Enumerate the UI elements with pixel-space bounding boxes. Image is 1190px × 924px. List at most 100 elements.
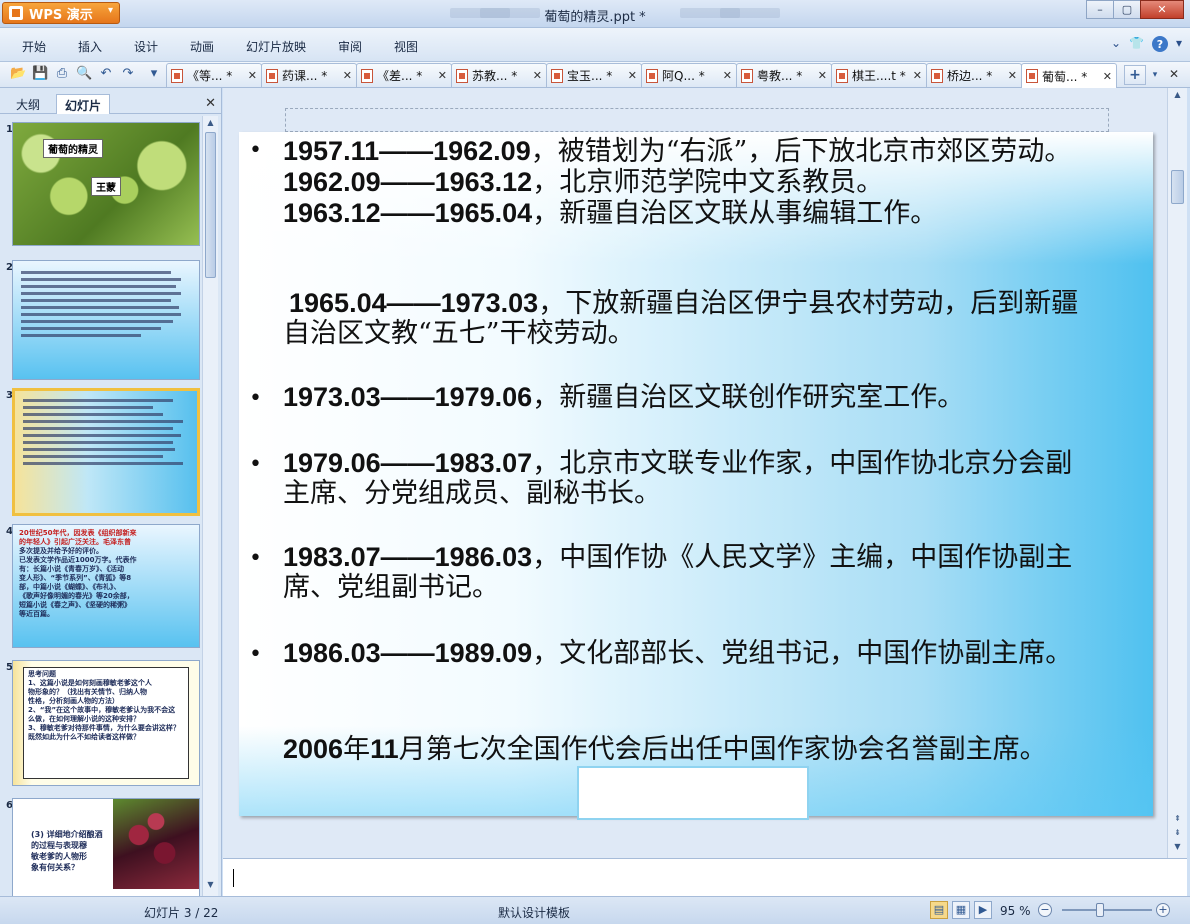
close-window-button[interactable]: ✕ — [1140, 0, 1184, 19]
tab-close-icon[interactable]: ✕ — [533, 69, 542, 82]
thumb-line: 20世纪50年代，因发表《组织部新来 — [19, 529, 137, 537]
help-icon[interactable]: ? — [1151, 36, 1168, 52]
doc-tab[interactable]: 棋王....t * ✕ — [831, 63, 927, 87]
tab-list-dropdown-icon[interactable]: ▾ — [1148, 65, 1162, 85]
zoom-slider-knob[interactable] — [1096, 903, 1104, 917]
previous-slide-icon[interactable]: ⇞ — [1172, 814, 1183, 826]
tab-close-icon[interactable]: ✕ — [818, 69, 827, 82]
ppt-doc-icon — [646, 68, 658, 83]
thumbnail-scrollbar[interactable]: ▲ ▼ — [202, 116, 218, 896]
zoom-slider[interactable] — [1062, 909, 1152, 911]
tab-close-icon[interactable]: ✕ — [628, 69, 637, 82]
scrollbar-thumb[interactable] — [1171, 170, 1184, 204]
normal-view-icon[interactable]: ▤ — [930, 901, 948, 919]
collapse-ribbon-icon[interactable]: ⌄ — [1111, 36, 1121, 52]
thumb-line: 变人形》、“季节系列”、《青狐》等8 — [19, 574, 132, 582]
title-placeholder[interactable] — [285, 108, 1109, 132]
redo-icon[interactable]: ↷ — [120, 66, 136, 82]
tab-close-icon[interactable]: ✕ — [343, 69, 352, 82]
scroll-down-icon[interactable]: ▼ — [1172, 842, 1183, 854]
bio-paragraph[interactable]: 1965.04——1973.03，下放新疆自治区伊宁县农村劳动，后到新疆自治区文… — [283, 288, 1093, 349]
minimize-button[interactable]: – — [1086, 0, 1114, 19]
doc-tab[interactable]: 《差... * ✕ — [356, 63, 452, 87]
slide-scrollbar[interactable]: ▲ ⇞ ⇟ ▼ — [1167, 88, 1187, 858]
thumb-line: 的过程与表现穆 — [31, 841, 87, 850]
slide-thumbnail-4[interactable]: 20世纪50年代，因发表《组织部新来 的年轻人》引起广泛关注。毛泽东曾 多次提及… — [12, 524, 200, 648]
doc-tab[interactable]: 桥边... * ✕ — [926, 63, 1022, 87]
bullet: • — [249, 642, 262, 667]
print-preview-icon[interactable]: 🔍 — [76, 66, 92, 82]
bullet: • — [249, 452, 262, 477]
zoom-in-icon[interactable]: + — [1156, 903, 1170, 917]
doc-tab[interactable]: 阿Q... * ✕ — [641, 63, 737, 87]
menu-review[interactable]: 审阅 — [338, 38, 362, 55]
doc-tab[interactable]: 粤教... * ✕ — [736, 63, 832, 87]
tab-close-icon[interactable]: ✕ — [723, 69, 732, 82]
skin-shirt-icon[interactable]: 👕 — [1129, 36, 1144, 52]
bullet: • — [249, 546, 262, 571]
blank-white-box[interactable] — [577, 766, 809, 820]
slide-sorter-view-icon[interactable]: ▦ — [952, 901, 970, 919]
bio-paragraph[interactable]: 1983.07——1986.03，中国作协《人民文学》主编，中国作协副主席、党组… — [283, 542, 1093, 603]
slideshow-view-icon[interactable]: ▶ — [974, 901, 992, 919]
next-slide-icon[interactable]: ⇟ — [1172, 828, 1183, 840]
undo-icon[interactable]: ↶ — [98, 66, 114, 82]
thumb-text-block: 20世纪50年代，因发表《组织部新来 的年轻人》引起广泛关注。毛泽东曾 多次提及… — [19, 529, 197, 619]
thumb-line: 已发表文学作品近1000万字。代表作 — [19, 556, 137, 564]
tab-close-icon[interactable]: ✕ — [438, 69, 447, 82]
customize-toolbar-icon[interactable]: ▾ — [146, 66, 162, 82]
bio-paragraph[interactable]: 1979.06——1983.07，北京市文联专业作家，中国作协北京分会副主席、分… — [283, 448, 1093, 509]
scroll-up-icon[interactable]: ▲ — [1172, 90, 1183, 102]
zoom-out-icon[interactable]: − — [1038, 903, 1052, 917]
bio-paragraph[interactable]: 2006年11月第七次全国作代会后出任中国作家协会名誉副主席。 — [283, 734, 1093, 765]
scroll-up-icon[interactable]: ▲ — [205, 118, 216, 130]
menu-home[interactable]: 开始 — [22, 38, 46, 55]
tab-close-icon[interactable]: ✕ — [1008, 69, 1017, 82]
thumb-text-block: 思考问题 1、这篇小说是如何刻画穆敏老爹这个人 物形象的？（找出有关情节、归纳人… — [28, 670, 188, 742]
ppt-doc-icon — [1026, 69, 1038, 83]
open-folder-icon[interactable]: 📂 — [10, 66, 26, 82]
tab-close-icon[interactable]: ✕ — [248, 69, 257, 82]
thumb-line: 《歌声好像明媚的春光》等20余部， — [19, 592, 134, 600]
scroll-down-icon[interactable]: ▼ — [205, 880, 216, 892]
current-slide[interactable]: • 1957.11——1962.09，被错划为“右派”，后下放北京市郊区劳动。 … — [239, 132, 1153, 820]
thumb-text-block — [21, 267, 191, 341]
scrollbar-thumb[interactable] — [205, 132, 216, 278]
help-dropdown-icon[interactable]: ▾ — [1176, 36, 1182, 52]
panel-close-icon[interactable]: ✕ — [205, 96, 216, 111]
save-icon[interactable]: 💾 — [32, 66, 48, 82]
new-tab-button[interactable]: + — [1124, 65, 1146, 85]
slide-thumbnail-5[interactable]: 思考问题 1、这篇小说是如何刻画穆敏老爹这个人 物形象的？（找出有关情节、归纳人… — [12, 660, 200, 786]
thumb-title: 葡萄的精灵 — [43, 139, 103, 158]
tab-close-icon[interactable]: ✕ — [1103, 70, 1112, 83]
slide-thumbnail-1[interactable]: 葡萄的精灵 王蒙 — [12, 122, 200, 246]
notes-pane[interactable] — [223, 858, 1187, 896]
slide-thumbnail-3-selected[interactable] — [12, 388, 200, 516]
maximize-button[interactable]: ▢ — [1113, 0, 1141, 19]
print-icon[interactable]: ⎙ — [54, 66, 70, 82]
tab-outline[interactable]: 大纲 — [8, 94, 48, 114]
slide-thumbnail-2[interactable] — [12, 260, 200, 380]
menu-slideshow[interactable]: 幻灯片放映 — [246, 38, 306, 55]
thumb-question-box: 思考问题 1、这篇小说是如何刻画穆敏老爹这个人 物形象的？（找出有关情节、归纳人… — [23, 667, 189, 779]
bio-paragraph[interactable]: 1973.03——1979.06，新疆自治区文联创作研究室工作。 — [283, 382, 1093, 413]
doc-tab[interactable]: 药课... * ✕ — [261, 63, 357, 87]
year: 2006 — [283, 734, 344, 764]
bio-paragraph[interactable]: 1957.11——1962.09，被错划为“右派”，后下放北京市郊区劳动。 19… — [283, 136, 1093, 229]
bio-paragraph[interactable]: 1986.03——1989.09，文化部部长、党组书记，中国作协副主席。 — [283, 638, 1093, 669]
doc-tab[interactable]: 宝玉... * ✕ — [546, 63, 642, 87]
tab-slides[interactable]: 幻灯片 — [56, 94, 111, 114]
doc-tab-active[interactable]: 葡萄... * ✕ — [1021, 63, 1117, 88]
slide-thumbnail-6[interactable]: (3) 详细地介绍酿酒 的过程与表现穆 敏老爹的人物形 象有何关系？ — [12, 798, 200, 896]
menu-animation[interactable]: 动画 — [190, 38, 214, 55]
menu-design[interactable]: 设计 — [134, 38, 158, 55]
menu-view[interactable]: 视图 — [394, 38, 418, 55]
text-caret — [233, 869, 234, 887]
close-document-icon[interactable]: ✕ — [1166, 67, 1182, 83]
quick-toolbar: 📂 💾 ⎙ 🔍 ↶ ↷ ▾ 《等... * ✕ 药课... * ✕ 《差... * ✕… — [0, 62, 1190, 88]
menu-insert[interactable]: 插入 — [78, 38, 102, 55]
doc-tab[interactable]: 《等... * ✕ — [166, 63, 262, 87]
tab-close-icon[interactable]: ✕ — [913, 69, 922, 82]
doc-tab[interactable]: 苏教... * ✕ — [451, 63, 547, 87]
doc-tab-label: 粤教... * — [757, 69, 803, 83]
